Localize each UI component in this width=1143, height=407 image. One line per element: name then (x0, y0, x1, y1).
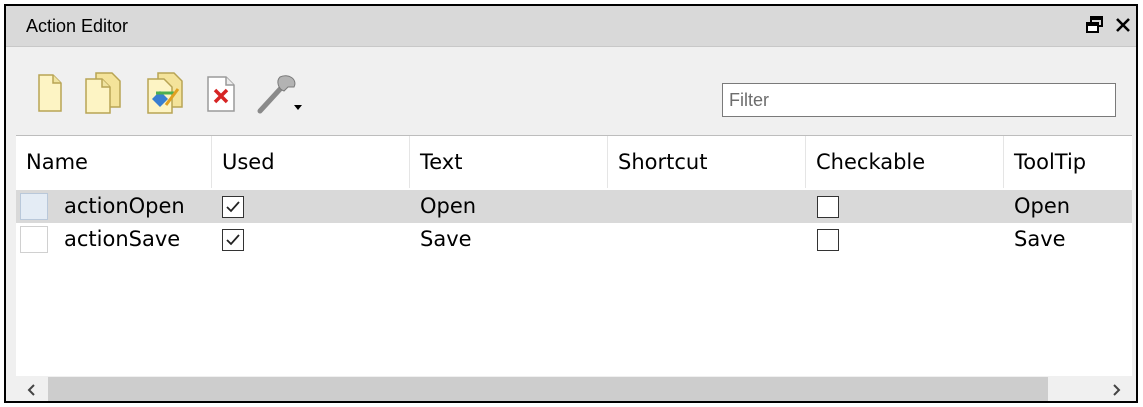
used-checkbox[interactable] (222, 229, 244, 251)
action-name: actionSave (64, 227, 181, 251)
table-row[interactable]: actionSave Save Save (16, 223, 1132, 256)
actions-table: Name Used Text Shortcut Checkable ToolTi… (16, 135, 1132, 379)
row-icon-placeholder (20, 226, 48, 253)
column-header-tooltip[interactable]: ToolTip (1004, 136, 1132, 188)
panel-title: Action Editor (26, 16, 129, 36)
action-tooltip: Save (1014, 227, 1066, 251)
action-name: actionOpen (64, 194, 185, 218)
scroll-right-icon[interactable] (1108, 382, 1124, 398)
action-text: Open (420, 194, 477, 218)
table-header: Name Used Text Shortcut Checkable ToolTi… (16, 136, 1132, 188)
filter-input[interactable] (722, 83, 1116, 117)
horizontal-scrollbar[interactable] (16, 376, 1132, 401)
new-action-icon[interactable] (36, 71, 64, 115)
toolbar (6, 47, 1136, 135)
float-icon[interactable] (1082, 12, 1108, 38)
edit-action-icon[interactable] (144, 71, 188, 115)
scrollbar-thumb[interactable] (48, 377, 1048, 401)
wrench-icon[interactable] (254, 71, 310, 115)
column-header-checkable[interactable]: Checkable (806, 136, 1004, 188)
column-header-used[interactable]: Used (212, 136, 410, 188)
action-editor-panel: Action Editor Filter Name Used Text Shor… (4, 4, 1138, 403)
checkable-checkbox[interactable] (817, 196, 839, 218)
used-checkbox[interactable] (222, 196, 244, 218)
action-tooltip: Open (1014, 194, 1071, 218)
table-row[interactable]: actionOpen Open Open (16, 190, 1132, 223)
delete-action-icon[interactable] (204, 71, 240, 115)
scroll-left-icon[interactable] (24, 382, 40, 398)
action-text: Save (420, 227, 472, 251)
copy-action-icon[interactable] (82, 71, 126, 115)
row-icon-placeholder (20, 193, 48, 220)
title-bar: Action Editor (6, 6, 1136, 47)
close-icon[interactable] (1110, 12, 1136, 38)
column-header-text[interactable]: Text (410, 136, 608, 188)
column-header-name[interactable]: Name (16, 136, 212, 188)
column-header-shortcut[interactable]: Shortcut (608, 136, 806, 188)
checkable-checkbox[interactable] (817, 229, 839, 251)
